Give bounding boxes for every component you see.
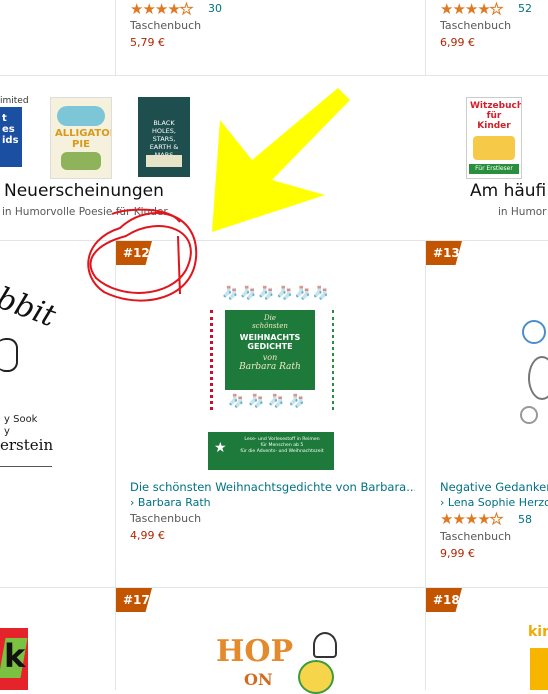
- yellow-arrow-annotation: [212, 88, 350, 232]
- annotation-overlay: [87, 88, 350, 302]
- red-circle-annotation: [177, 235, 181, 295]
